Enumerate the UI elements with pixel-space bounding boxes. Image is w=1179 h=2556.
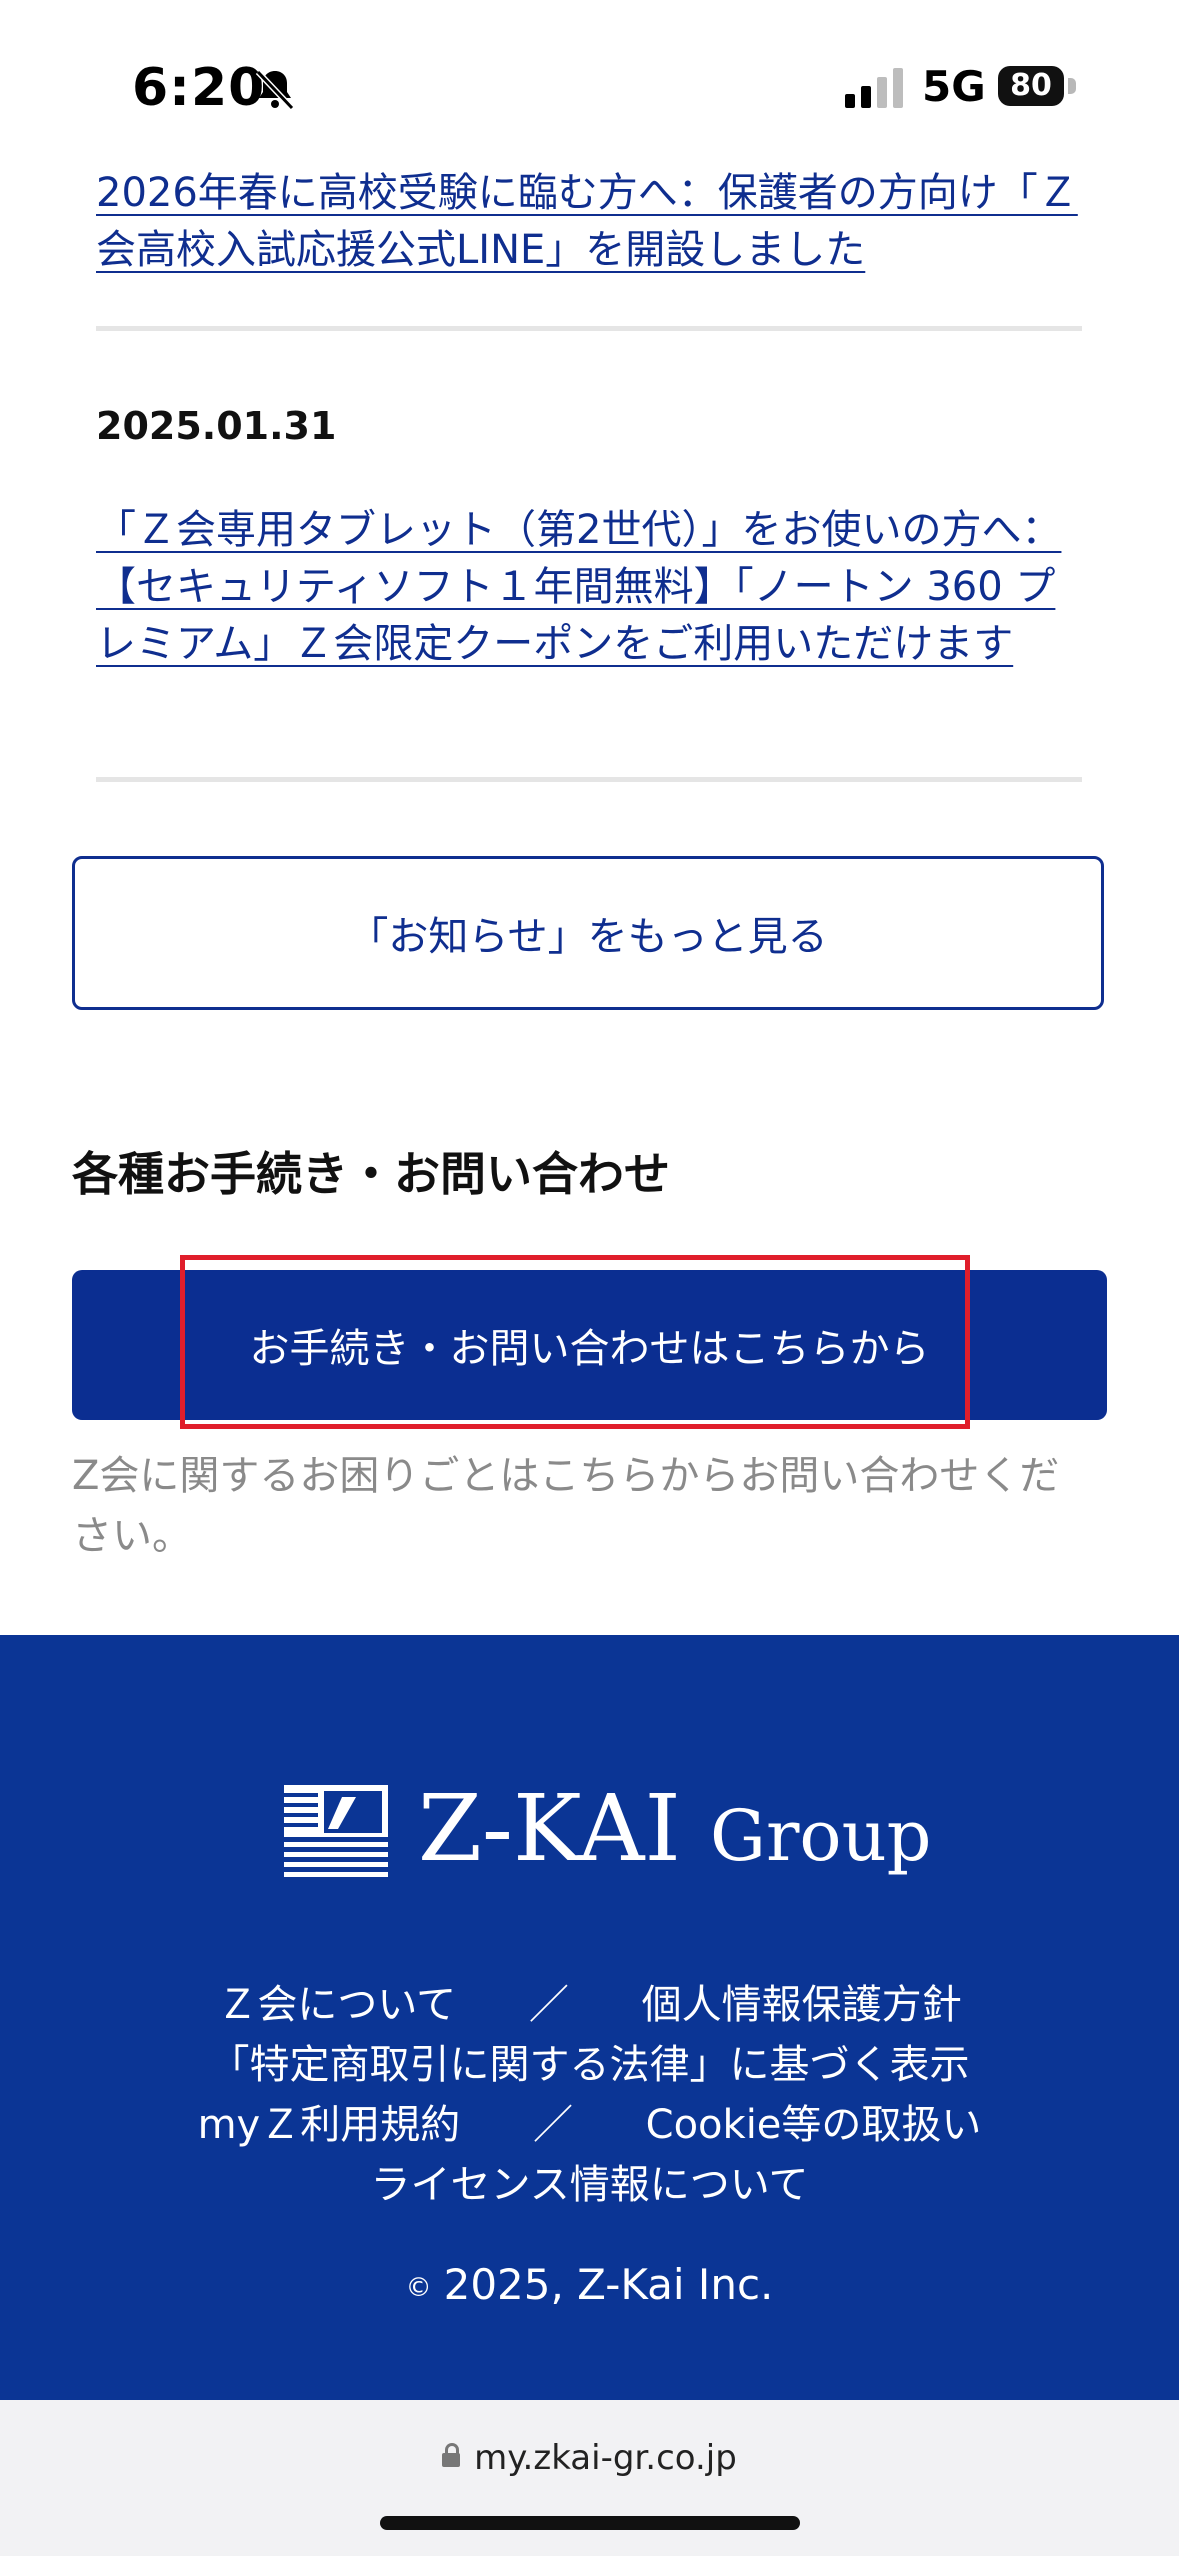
battery-tip (1068, 78, 1076, 94)
link-terms[interactable]: myＺ利用規約 (198, 2102, 461, 2148)
copyright-symbol: © (405, 2272, 432, 2303)
link-separator: ／ (528, 1982, 569, 2028)
logo-sub: Group (710, 1795, 932, 1877)
zkai-logo-text: Z-KAI Group (418, 1775, 931, 1882)
signal-icon (845, 68, 903, 108)
link-about[interactable]: Ｚ会について (217, 1982, 456, 2028)
link-cookie[interactable]: Cookie等の取扱い (646, 2102, 982, 2148)
procedures-title: 各種お手続き・お問い合わせ (72, 1147, 670, 1201)
link-privacy[interactable]: 個人情報保護方針 (642, 1982, 962, 2028)
highlight-box (180, 1255, 970, 1429)
divider (96, 777, 1082, 782)
link-license[interactable]: ライセンス情報について (371, 2162, 809, 2208)
logo-main: Z-KAI (418, 1775, 681, 1882)
copyright: © 2025, Z-Kai Inc. (0, 2260, 1179, 2309)
link-commerce[interactable]: 「特定商取引に関する法律」に基づく表示 (210, 2042, 970, 2088)
url-display[interactable]: my.zkai-gr.co.jp (0, 2438, 1179, 2478)
browser-address-bar[interactable]: my.zkai-gr.co.jp (0, 2400, 1179, 2556)
battery-icon: 80 (998, 66, 1064, 106)
news-link-1[interactable]: 2026年春に高校受験に臨む方へ：保護者の方向け「Ｚ会高校入試応援公式LINE」… (96, 165, 1086, 279)
status-bar: 6:20 5G 80 (0, 0, 1179, 150)
divider (96, 326, 1082, 331)
procedures-description: Z会に関するお困りごとはこちらからお問い合わせください。 (72, 1453, 1060, 1559)
copyright-text: 2025, Z-Kai Inc. (443, 2260, 774, 2309)
bell-slash-icon (255, 69, 295, 111)
more-news-button[interactable]: 「お知らせ」をもっと見る (72, 856, 1104, 1010)
status-time: 6:20 (132, 58, 266, 118)
news-title-1[interactable]: 2026年春に高校受験に臨む方へ：保護者の方向け「Ｚ会高校入試応援公式LINE」… (96, 170, 1078, 273)
news-link-2[interactable]: 「Ｚ会専用タブレット（第2世代）」をお使いの方へ：【セキュリティソフト１年間無料… (96, 502, 1086, 673)
network-type: 5G (922, 62, 986, 111)
link-separator: ／ (532, 2102, 573, 2148)
url-text[interactable]: my.zkai-gr.co.jp (474, 2438, 737, 2478)
home-indicator[interactable] (380, 2516, 800, 2530)
footer: Z-KAI Group Ｚ会について ／ 個人情報保護方針 「特定商取引に関する… (0, 1635, 1179, 2400)
news-date-2: 2025.01.31 (96, 404, 337, 448)
news-title-2[interactable]: 「Ｚ会専用タブレット（第2世代）」をお使いの方へ：【セキュリティソフト１年間無料… (96, 507, 1061, 667)
zkai-logo-icon (284, 1785, 388, 1883)
footer-links: Ｚ会について ／ 個人情報保護方針 「特定商取引に関する法律」に基づく表示 my… (0, 1975, 1179, 2215)
lock-icon (442, 2442, 461, 2467)
